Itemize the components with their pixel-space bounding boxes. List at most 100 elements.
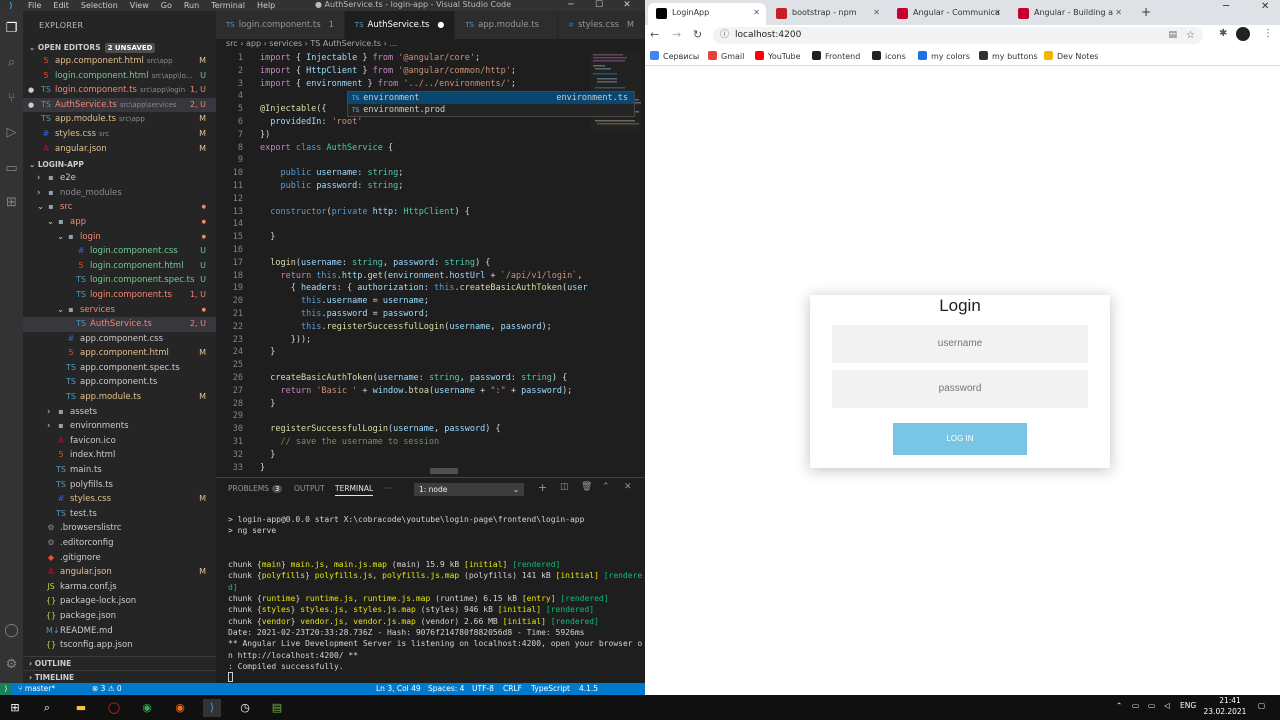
new-terminal-button[interactable]: + — [538, 481, 547, 494]
tree-file[interactable]: # styles.css M — [23, 492, 216, 507]
branch-indicator[interactable]: ⑂ master* — [18, 683, 55, 695]
tray-up-chevron-icon[interactable]: ⌃ — [1116, 701, 1122, 710]
cursor-position[interactable]: Ln 3, Col 49 — [376, 683, 421, 695]
menu-item-terminal[interactable]: Terminal — [205, 1, 251, 10]
open-editor-item[interactable]: # styles.css src M — [23, 127, 216, 142]
tree-folder[interactable]: ⌄ ▪ app ● — [23, 215, 216, 230]
suggestion-item[interactable]: TS environment.prod — [348, 104, 634, 116]
bookmark-item[interactable]: my buttons — [979, 51, 1038, 61]
tree-file[interactable]: # login.component.css U — [23, 244, 216, 259]
login-button[interactable]: LOG IN — [893, 423, 1027, 455]
tab-close-icon[interactable]: ✕ — [753, 3, 760, 23]
address-bar[interactable]: ⓘ localhost:4200 ▤ ☆ — [713, 27, 1203, 44]
username-input[interactable] — [832, 325, 1088, 363]
tab-close-icon[interactable]: M — [627, 20, 634, 29]
editor-tab[interactable]: TS app.module.ts — [455, 11, 559, 39]
bookmark-item[interactable]: YouTube — [755, 51, 801, 61]
tree-folder[interactable]: › ▪ e2e — [23, 171, 216, 186]
tree-file[interactable]: TS app.component.ts — [23, 375, 216, 390]
indentation-indicator[interactable]: Spaces: 4 — [428, 683, 464, 695]
eol-indicator[interactable]: CRLF — [503, 683, 522, 695]
browser-tab[interactable]: Angular - Building a ✕ — [1010, 3, 1128, 25]
tree-file[interactable]: ◆ .gitignore — [23, 551, 216, 566]
tree-file[interactable]: 5 login.component.html U — [23, 259, 216, 274]
tree-folder[interactable]: ⌄ ▪ src ● — [23, 200, 216, 215]
open-editors-section[interactable]: ⌄ OPEN EDITORS 2 UNSAVED — [23, 41, 216, 54]
tab-close-icon[interactable]: ● — [437, 20, 444, 29]
bookmark-item[interactable]: my colors — [918, 51, 970, 61]
forward-arrow-icon[interactable]: → — [672, 28, 681, 41]
notifications-icon[interactable]: ▢ — [1258, 701, 1265, 710]
language-indicator[interactable]: ENG — [1180, 701, 1196, 710]
timeline-section[interactable]: › TIMELINE — [23, 670, 216, 683]
settings-gear-icon[interactable]: ⚙ — [3, 656, 20, 673]
app-icon[interactable]: ◉ — [171, 699, 189, 717]
tree-file[interactable]: {} tsconfig.app.json — [23, 638, 216, 653]
open-editor-item[interactable]: Aangular.json M — [23, 142, 216, 157]
open-editor-item[interactable]: 5 app.component.html src\app M — [23, 54, 216, 69]
browser-menu-icon[interactable]: ⋮ — [1263, 28, 1273, 39]
browser-minimize-button[interactable]: ─ — [1223, 1, 1229, 12]
bookmark-item[interactable]: Frontend — [812, 51, 860, 61]
tree-file[interactable]: Afavicon.ico — [23, 434, 216, 449]
kill-terminal-button[interactable]: 🗑 — [581, 482, 592, 492]
tree-folder[interactable]: ⌄ ▪ login ● — [23, 230, 216, 245]
tree-file[interactable]: TS login.component.spec.ts U — [23, 273, 216, 288]
tree-file[interactable]: TS main.ts — [23, 463, 216, 478]
tab-close-icon[interactable]: 1 — [329, 20, 334, 29]
opera-icon[interactable]: ◯ — [105, 699, 123, 717]
split-terminal-button[interactable]: ◫ — [560, 482, 569, 492]
language-indicator[interactable]: TypeScript — [531, 683, 570, 695]
profile-avatar[interactable] — [1236, 27, 1250, 41]
extensions-puzzle-icon[interactable]: ✱ — [1219, 28, 1227, 39]
network-icon[interactable]: ▭ — [1148, 701, 1155, 710]
editor-horizontal-scrollbar[interactable] — [430, 468, 458, 474]
breadcrumb[interactable]: src › app › services › TS AuthService.ts… — [216, 39, 645, 52]
menu-item-file[interactable]: File — [22, 1, 47, 10]
terminal-select[interactable]: 1: node ⌄ — [414, 483, 524, 496]
tree-file[interactable]: TS test.ts — [23, 507, 216, 522]
project-section[interactable]: ⌄ LOGIN-APP — [23, 158, 216, 171]
tree-file[interactable]: TS polyfills.ts — [23, 478, 216, 493]
tree-folder[interactable]: › ▪ assets — [23, 405, 216, 420]
source-control-icon[interactable]: ⑂ — [3, 90, 20, 107]
close-panel-button[interactable]: ✕ — [624, 482, 632, 492]
outline-section[interactable]: › OUTLINE — [23, 656, 216, 669]
bookmark-star-icon[interactable]: ☆ — [1186, 27, 1195, 44]
browser-tab[interactable]: LoginApp ✕ — [648, 3, 766, 25]
info-icon[interactable]: ⓘ — [720, 27, 729, 44]
password-input[interactable] — [832, 370, 1088, 408]
tree-file[interactable]: TS login.component.ts 1, U — [23, 288, 216, 303]
panel-more-button[interactable]: ··· — [384, 484, 391, 493]
menu-item-run[interactable]: Run — [178, 1, 205, 10]
open-editor-item[interactable]: 5 login.component.html src\app\lo... U — [23, 69, 216, 84]
tab-terminal[interactable]: TERMINAL — [335, 484, 374, 496]
browser-tab[interactable]: Angular - Communica ✕ — [889, 3, 1007, 25]
vscode-taskbar-icon[interactable]: ⟩ — [203, 699, 221, 717]
tree-file[interactable]: 5 app.component.html M — [23, 346, 216, 361]
menu-item-view[interactable]: View — [124, 1, 155, 10]
chrome-icon[interactable]: ◉ — [138, 699, 156, 717]
tree-file[interactable]: TS app.component.spec.ts — [23, 361, 216, 376]
tree-file[interactable]: {} package-lock.json — [23, 594, 216, 609]
tree-file[interactable]: M↓README.md — [23, 624, 216, 639]
bookmark-item[interactable]: icons — [872, 51, 906, 61]
new-tab-button[interactable]: + — [1141, 5, 1151, 19]
tree-file[interactable]: Aangular.json M — [23, 565, 216, 580]
search-icon[interactable]: ⌕ — [38, 699, 56, 717]
tree-file[interactable]: TS app.module.ts M — [23, 390, 216, 405]
notepad-icon[interactable]: ▤ — [268, 699, 286, 717]
clock-date[interactable]: 23.02.2021 — [1203, 707, 1247, 716]
tab-close-icon[interactable]: ✕ — [994, 3, 1001, 23]
tree-folder[interactable]: › ▪ node_modules — [23, 186, 216, 201]
tree-file[interactable]: JS karma.conf.js — [23, 580, 216, 595]
reload-icon[interactable]: ↻ — [693, 28, 702, 41]
accounts-icon[interactable]: ◯ — [3, 622, 20, 639]
tree-file[interactable]: TS AuthService.ts 2, U — [23, 317, 216, 332]
clock-time[interactable]: 21:41 — [1208, 696, 1252, 705]
open-editor-item[interactable]: ● TS AuthService.ts src\app\services 2, U — [23, 97, 216, 113]
bookmark-item[interactable]: Сервисы — [650, 51, 699, 61]
ts-version-indicator[interactable]: 4.1.5 — [579, 683, 598, 695]
search-icon[interactable]: ⌕ — [3, 54, 20, 71]
extensions-icon[interactable]: ⊞ — [3, 194, 20, 211]
